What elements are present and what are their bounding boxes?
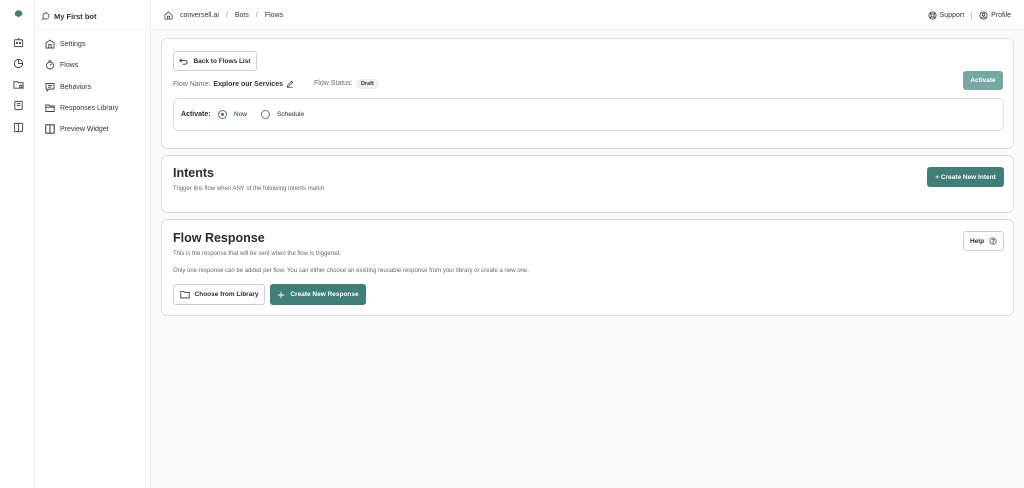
activate-button[interactable]: Activate bbox=[963, 71, 1003, 90]
home-icon[interactable] bbox=[164, 10, 173, 20]
bot-icon[interactable] bbox=[13, 37, 24, 48]
top-bar: conversell.ai / Bots / Flows Support Pro… bbox=[151, 0, 1024, 30]
sidebar-item-flows[interactable]: Flows bbox=[45, 58, 78, 72]
plus-icon bbox=[278, 291, 285, 298]
chat-icon bbox=[42, 12, 50, 20]
status-badge: Draft bbox=[356, 79, 379, 89]
sidebar-item-responses-library[interactable]: Responses Library bbox=[45, 101, 118, 115]
settings-icon bbox=[45, 39, 55, 49]
breadcrumb-item-bots[interactable]: Bots bbox=[235, 12, 249, 19]
back-arrow-icon bbox=[179, 57, 188, 65]
profile-button[interactable]: Profile bbox=[979, 10, 1011, 20]
create-response-button[interactable]: Create New Response bbox=[270, 284, 366, 305]
book-icon[interactable] bbox=[13, 100, 24, 111]
help-label: Help bbox=[969, 237, 985, 245]
sidebar-item-label: Responses Library bbox=[60, 104, 119, 112]
create-intent-button[interactable]: + Create New Intent bbox=[927, 167, 1004, 187]
preview-icon bbox=[45, 124, 55, 134]
radio-now-label[interactable]: Now bbox=[234, 110, 247, 120]
sidebar-item-behaviors[interactable]: Behaviors bbox=[45, 80, 91, 94]
sidebar-item-settings[interactable]: Settings bbox=[45, 37, 85, 51]
breadcrumb: conversell.ai / Bots / Flows bbox=[164, 9, 283, 21]
breadcrumb-separator: / bbox=[255, 11, 258, 19]
flow-response-title: Flow Response bbox=[173, 231, 265, 245]
flow-name-label: Flow Name: bbox=[173, 80, 211, 88]
divider bbox=[35, 29, 151, 30]
choose-from-library-button[interactable]: Choose from Library bbox=[173, 284, 265, 305]
support-button[interactable]: Support bbox=[928, 10, 965, 20]
intents-description: Trigger this flow when ANY of the follow… bbox=[173, 186, 326, 192]
radio-schedule-label[interactable]: Schedule bbox=[277, 110, 304, 120]
flow-details-card: Back to Flows List Flow Name: Explore ou… bbox=[161, 38, 1014, 149]
sidebar-item-label: Flows bbox=[60, 61, 79, 69]
choose-from-library-label: Choose from Library bbox=[194, 291, 259, 298]
analytics-icon[interactable] bbox=[13, 58, 24, 69]
flow-response-note: Only one response can be added per flow.… bbox=[173, 268, 529, 274]
support-icon bbox=[928, 10, 937, 20]
sidebar: My First bot Settings Flows Behaviors Re… bbox=[35, 0, 151, 488]
icon-rail bbox=[0, 0, 35, 488]
create-response-label: Create New Response bbox=[290, 291, 359, 298]
radio-now[interactable] bbox=[218, 110, 227, 119]
bot-name[interactable]: My First bot bbox=[42, 10, 97, 22]
flow-name: Flow Name: Explore our Services bbox=[173, 79, 294, 89]
back-to-flows-button[interactable]: Back to Flows List bbox=[173, 51, 257, 71]
edit-icon[interactable] bbox=[286, 80, 294, 88]
flows-icon bbox=[46, 60, 54, 70]
sidebar-item-label: Settings bbox=[60, 40, 86, 48]
top-actions: Support Profile bbox=[928, 9, 1011, 21]
sidebar-item-preview-widget[interactable]: Preview Widget bbox=[45, 122, 109, 136]
layout-icon[interactable] bbox=[13, 122, 24, 133]
divider bbox=[971, 10, 973, 20]
activate-label: Activate: bbox=[181, 111, 211, 118]
intents-title: Intents bbox=[173, 166, 214, 180]
help-icon bbox=[989, 237, 997, 245]
breadcrumb-item-home[interactable]: conversell.ai bbox=[180, 12, 219, 19]
help-button[interactable]: Help bbox=[963, 231, 1004, 251]
folder-icon bbox=[45, 104, 55, 112]
flow-response-description: This is the response that will be sent w… bbox=[173, 251, 342, 257]
flow-response-card: Flow Response This is the response that … bbox=[161, 219, 1014, 316]
profile-label: Profile bbox=[991, 11, 1011, 19]
activation-options: Activate: Now Schedule bbox=[173, 98, 1004, 131]
flow-status-label: Flow Status: bbox=[314, 80, 353, 87]
back-to-flows-label: Back to Flows List bbox=[193, 57, 251, 65]
bot-name-label: My First bot bbox=[54, 11, 97, 21]
logo-icon bbox=[14, 10, 23, 18]
breadcrumb-separator: / bbox=[225, 11, 228, 19]
behaviors-icon bbox=[45, 83, 55, 92]
radio-schedule[interactable] bbox=[261, 110, 270, 119]
support-label: Support bbox=[939, 11, 965, 19]
folder-settings-icon[interactable] bbox=[13, 79, 24, 90]
breadcrumb-item-flows[interactable]: Flows bbox=[265, 12, 283, 19]
sidebar-item-label: Preview Widget bbox=[60, 125, 109, 133]
profile-icon bbox=[979, 10, 988, 20]
flow-name-value: Explore our Services bbox=[213, 80, 283, 88]
sidebar-item-label: Behaviors bbox=[60, 83, 92, 91]
folder-icon bbox=[179, 290, 190, 299]
intents-card: Intents Trigger this flow when ANY of th… bbox=[161, 155, 1014, 213]
